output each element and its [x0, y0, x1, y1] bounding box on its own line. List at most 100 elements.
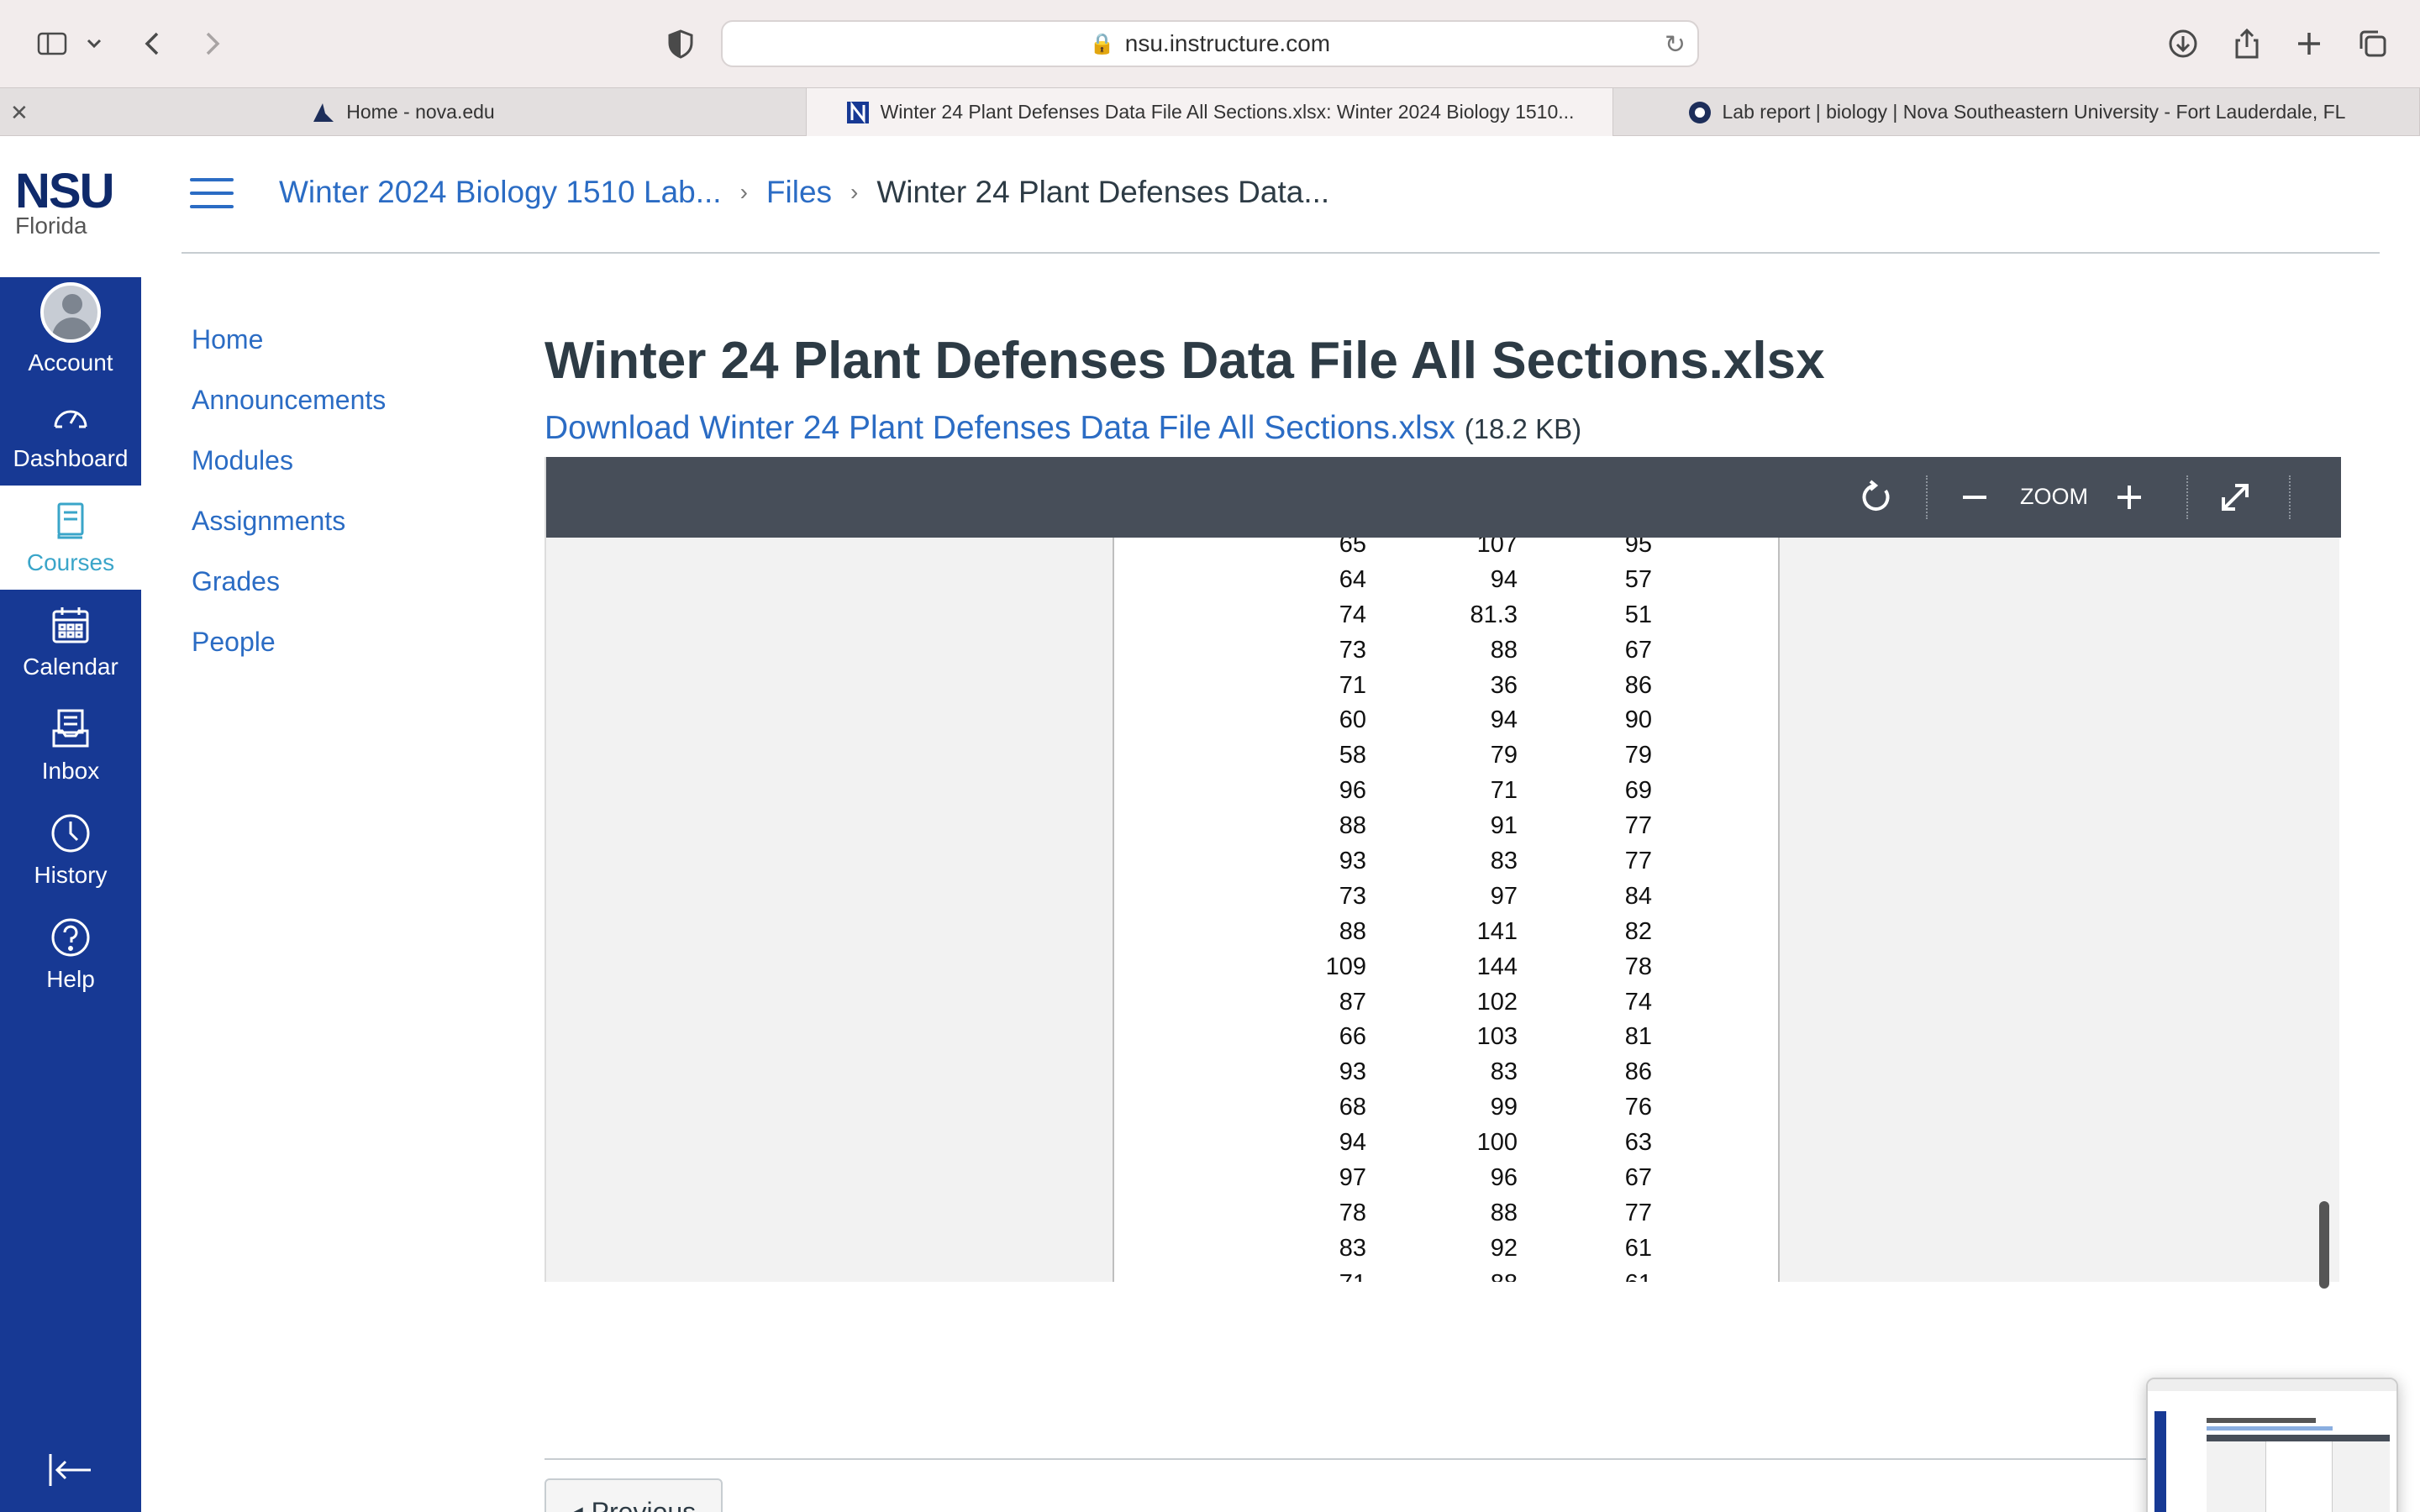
table-cell: 68: [1339, 1094, 1366, 1121]
table-cell: 144: [1476, 953, 1518, 980]
table-row: 60 94 90: [1114, 703, 1778, 738]
global-nav-label: Help: [46, 966, 95, 992]
table-cell: 64: [1339, 565, 1366, 593]
collapse-nav-icon[interactable]: [47, 1451, 94, 1494]
global-nav-inbox[interactable]: Inbox: [0, 694, 141, 798]
table-cell: 57: [1624, 565, 1652, 593]
global-nav-label: Dashboard: [13, 445, 129, 471]
table-cell: 66: [1339, 1023, 1366, 1051]
chevron-down-icon[interactable]: [77, 24, 111, 64]
clock-icon: [51, 814, 90, 853]
table-cell: 65: [1339, 538, 1366, 558]
table-cell: 78: [1339, 1199, 1366, 1226]
chevron-right-icon: ›: [850, 179, 859, 205]
course-nav-home[interactable]: Home: [192, 309, 386, 370]
rotate-icon[interactable]: [1850, 472, 1901, 522]
course-nav-assignments[interactable]: Assignments: [192, 491, 386, 551]
global-nav: Account Dashboard Courses Calendar Inbox…: [0, 277, 141, 1512]
table-cell: 83: [1490, 848, 1518, 875]
table-row: 71 36 86: [1114, 669, 1778, 704]
breadcrumb-files[interactable]: Files: [766, 175, 832, 210]
downloads-icon[interactable]: [2163, 24, 2203, 64]
viewer-scrollbar[interactable]: [2319, 1201, 2329, 1289]
table-row: 68 99 76: [1114, 1090, 1778, 1126]
chevron-right-icon: ›: [739, 179, 748, 205]
nsu-logo[interactable]: NSU Florida: [15, 167, 133, 239]
tab-plant-defenses[interactable]: Winter 24 Plant Defenses Data File All S…: [807, 88, 1613, 136]
zoom-in-icon[interactable]: [2104, 472, 2154, 522]
table-row: 88 91 77: [1114, 809, 1778, 844]
table-cell: 73: [1339, 882, 1366, 910]
table-cell: 61: [1568, 1270, 1652, 1282]
table-row: 66 103 81: [1114, 1020, 1778, 1055]
table-cell: 78: [1624, 953, 1652, 980]
previous-button[interactable]: ◀ Previous: [544, 1478, 723, 1512]
course-nav-people[interactable]: People: [192, 612, 386, 672]
global-nav-label: Account: [28, 349, 113, 375]
global-nav-label: Inbox: [41, 758, 100, 784]
window-thumbnail[interactable]: [2146, 1378, 2398, 1512]
course-nav-grades[interactable]: Grades: [192, 551, 386, 612]
spreadsheet-page[interactable]: 65 107 95 64 94 57 74 81.3 51 73 88 67 71 36 86 60 94 90 5…: [1113, 538, 1780, 1282]
table-cell: 86: [1624, 1058, 1652, 1086]
table-cell: 79: [1624, 742, 1652, 769]
tab-lab-report[interactable]: Lab report | biology | Nova Southeastern…: [1613, 88, 2420, 136]
forward-icon[interactable]: [192, 24, 232, 64]
course-menu-toggle[interactable]: [190, 178, 234, 212]
table-cell: 88: [1490, 636, 1518, 664]
table-row: 93 83 77: [1114, 844, 1778, 879]
table-cell: 88: [1417, 1270, 1518, 1282]
table-cell: 71: [1339, 671, 1366, 699]
table-row: 73 97 84: [1114, 879, 1778, 915]
previous-label: Previous: [591, 1496, 697, 1512]
table-cell: 102: [1476, 988, 1518, 1016]
share-icon[interactable]: [2227, 24, 2267, 64]
help-icon: [51, 918, 90, 957]
table-cell: 86: [1624, 671, 1652, 699]
global-nav-history[interactable]: History: [0, 798, 141, 902]
table-row: 93 83 86: [1114, 1055, 1778, 1090]
table-cell: 82: [1624, 917, 1652, 945]
sidebar-toggle-icon[interactable]: [32, 24, 72, 64]
course-nav-announcements[interactable]: Announcements: [192, 370, 386, 430]
tab-label: Winter 24 Plant Defenses Data File All S…: [880, 101, 1575, 123]
course-nav-modules[interactable]: Modules: [192, 430, 386, 491]
table-cell: 103: [1476, 1023, 1518, 1051]
global-nav-calendar[interactable]: Calendar: [0, 590, 141, 694]
table-cell: 92: [1490, 1234, 1518, 1262]
table-cell: 96: [1490, 1164, 1518, 1192]
table-cell: 36: [1490, 671, 1518, 699]
table-cell: 74: [1624, 988, 1652, 1016]
global-nav-dashboard[interactable]: Dashboard: [0, 381, 141, 486]
header-divider: [182, 252, 2380, 254]
back-icon[interactable]: [133, 24, 173, 64]
tab-overview-icon[interactable]: [2353, 24, 2393, 64]
shark-favicon-icon: [313, 102, 334, 122]
new-tab-icon[interactable]: [2289, 24, 2329, 64]
course-nav: Home Announcements Modules Assignments G…: [192, 309, 386, 672]
table-cell: 93: [1339, 848, 1366, 875]
reload-icon[interactable]: ↻: [1665, 30, 1686, 60]
global-nav-help[interactable]: Help: [0, 902, 141, 1006]
table-cell: 67: [1624, 636, 1652, 664]
table-cell: 96: [1339, 777, 1366, 805]
breadcrumb: Winter 2024 Biology 1510 Lab... › Files …: [279, 175, 1329, 210]
page-title: Winter 24 Plant Defenses Data File All S…: [544, 332, 1825, 390]
tab-home-nova[interactable]: Home - nova.edu: [0, 88, 807, 136]
download-link[interactable]: Download Winter 24 Plant Defenses Data F…: [544, 410, 1455, 446]
global-nav-courses[interactable]: Courses: [0, 486, 141, 590]
privacy-shield-icon[interactable]: [660, 24, 701, 64]
table-cell: 141: [1476, 917, 1518, 945]
table-cell: 81: [1624, 1023, 1652, 1051]
address-bar[interactable]: 🔒 nsu.instructure.com ↻: [721, 20, 1699, 67]
breadcrumb-course[interactable]: Winter 2024 Biology 1510 Lab...: [279, 175, 722, 210]
fullscreen-icon[interactable]: [2210, 472, 2260, 522]
table-row: 78 88 77: [1114, 1196, 1778, 1231]
canvas-page: NSU Florida Account Dashboard Courses Ca…: [0, 136, 2420, 1512]
tab-label: Lab report | biology | Nova Southeastern…: [1722, 101, 2346, 123]
table-row: 71 88 61: [1114, 1267, 1778, 1282]
global-nav-account[interactable]: Account: [0, 277, 141, 381]
global-nav-label: Calendar: [23, 654, 118, 680]
table-cell: 81.3: [1470, 601, 1518, 628]
zoom-out-icon[interactable]: [1949, 472, 2000, 522]
